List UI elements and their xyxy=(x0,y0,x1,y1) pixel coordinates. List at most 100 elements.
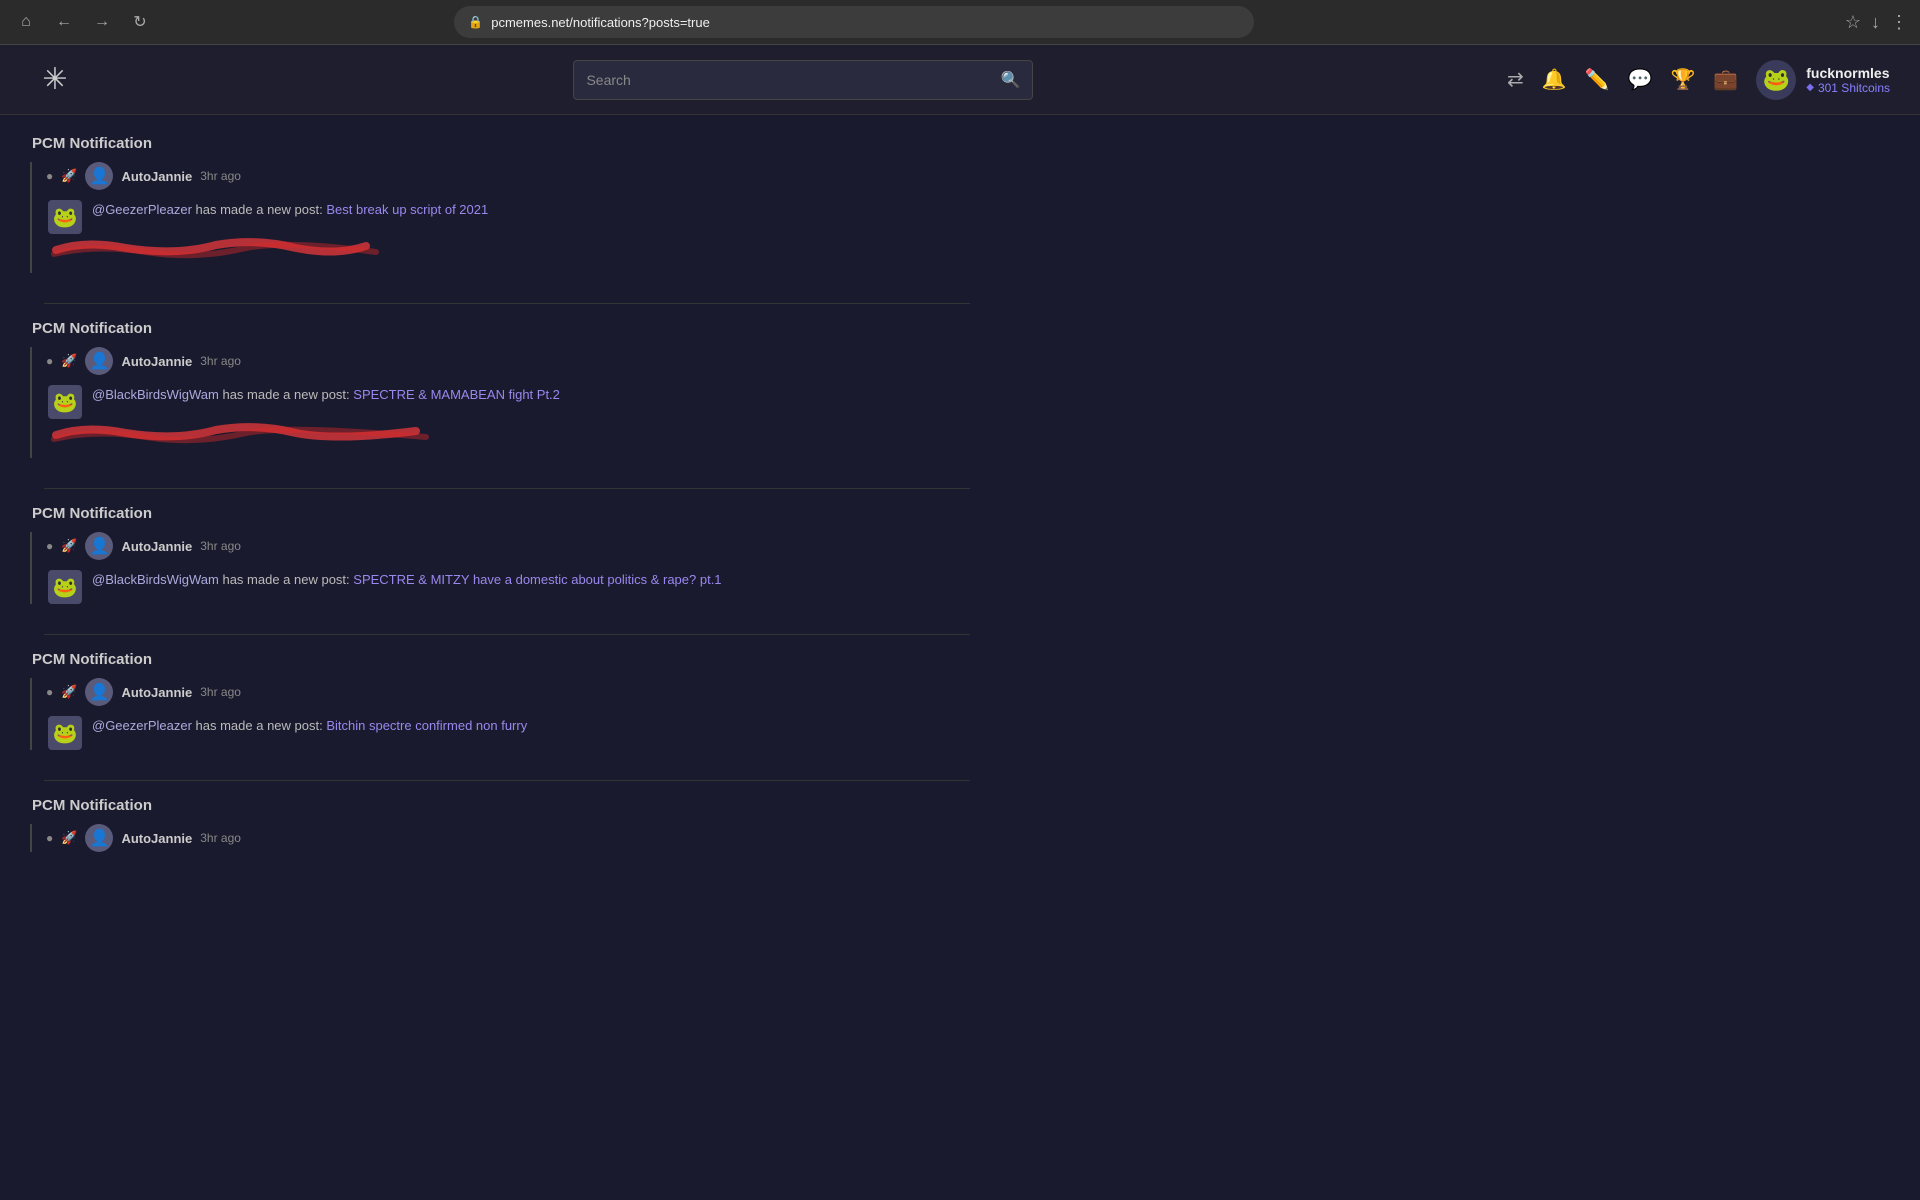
refresh-button[interactable]: ↻ xyxy=(126,8,154,36)
notification-text: @BlackBirdsWigWam has made a new post: S… xyxy=(92,385,560,405)
notification-block-2: PCM Notification ● 🚀 👤 AutoJannie 3hr ag… xyxy=(30,320,970,458)
jannie-avatar: 👤 xyxy=(85,824,113,852)
lock-icon: 🔒 xyxy=(468,15,483,29)
notification-block-1: PCM Notification ● 🚀 👤 AutoJannie 3hr ag… xyxy=(30,135,970,273)
mention-user[interactable]: @BlackBirdsWigWam xyxy=(92,572,219,587)
username-label: fucknormles xyxy=(1806,65,1890,81)
meta-rocket-icon: 🚀 xyxy=(61,353,77,369)
jannie-username[interactable]: AutoJannie xyxy=(121,539,192,554)
notification-header-label: PCM Notification xyxy=(30,505,970,522)
action-text: has made a new post: xyxy=(196,718,327,733)
logo-icon: ✳ xyxy=(42,62,67,97)
meta-rocket-icon: 🚀 xyxy=(61,168,77,184)
bell-icon[interactable]: 🔔 xyxy=(1542,67,1567,92)
jannie-avatar: 👤 xyxy=(85,532,113,560)
trophy-icon[interactable]: 🏆 xyxy=(1670,67,1695,92)
meta-rocket-icon: 🚀 xyxy=(61,684,77,700)
search-bar-wrapper: 🔍 xyxy=(100,60,1507,100)
meta-circle-icon: ● xyxy=(46,354,53,368)
write-icon[interactable]: ✏️ xyxy=(1585,67,1610,92)
mention-user[interactable]: @GeezerPleazer xyxy=(92,202,192,217)
post-link[interactable]: Bitchin spectre confirmed non furry xyxy=(326,718,527,733)
meta-circle-icon: ● xyxy=(46,539,53,553)
mention-user[interactable]: @BlackBirdsWigWam xyxy=(92,387,219,402)
meta-time: 3hr ago xyxy=(200,354,241,368)
notification-header-label: PCM Notification xyxy=(30,135,970,152)
meta-time: 3hr ago xyxy=(200,539,241,553)
notification-meta: ● 🚀 👤 AutoJannie 3hr ago xyxy=(46,347,970,375)
notification-divider xyxy=(44,780,970,781)
url-text: pcmemes.net/notifications?posts=true xyxy=(491,15,710,30)
back-button[interactable]: ← xyxy=(50,8,78,36)
shuffle-icon[interactable]: ⇄ xyxy=(1507,67,1524,92)
jannie-avatar: 👤 xyxy=(85,162,113,190)
scribble-overlay xyxy=(46,238,386,273)
search-submit-button[interactable]: 🔍 xyxy=(1001,70,1021,90)
notification-header-label: PCM Notification xyxy=(30,320,970,337)
action-text: has made a new post: xyxy=(222,572,353,587)
user-info: fucknormles ◆ 301 Shitcoins xyxy=(1806,65,1890,95)
site-logo[interactable]: ✳ xyxy=(30,55,80,105)
jannie-username[interactable]: AutoJannie xyxy=(121,169,192,184)
notification-content: 🐸 @BlackBirdsWigWam has made a new post:… xyxy=(46,570,970,604)
mention-user[interactable]: @GeezerPleazer xyxy=(92,718,192,733)
notification-body: ● 🚀 👤 AutoJannie 3hr ago 🐸 @BlackBirdsWi… xyxy=(30,347,970,458)
user-section[interactable]: 🐸 fucknormles ◆ 301 Shitcoins xyxy=(1756,60,1890,100)
jannie-username[interactable]: AutoJannie xyxy=(121,354,192,369)
scribble-overlay xyxy=(46,423,436,458)
search-input[interactable] xyxy=(586,72,1000,88)
meta-circle-icon: ● xyxy=(46,685,53,699)
notification-body: ● 🚀 👤 AutoJannie 3hr ago 🐸 @BlackBirdsWi… xyxy=(30,532,970,604)
notification-divider xyxy=(44,634,970,635)
browser-actions: ☆ ↓ ⋮ xyxy=(1845,12,1908,33)
meta-circle-icon: ● xyxy=(46,831,53,845)
post-link[interactable]: Best break up script of 2021 xyxy=(326,202,488,217)
meta-circle-icon: ● xyxy=(46,169,53,183)
bookmark-button[interactable]: ☆ xyxy=(1845,12,1861,33)
notification-text: @BlackBirdsWigWam has made a new post: S… xyxy=(92,570,722,590)
notification-text: @GeezerPleazer has made a new post: Best… xyxy=(92,200,488,220)
poster-avatar: 🐸 xyxy=(48,385,82,419)
browser-chrome: ⌂ ← → ↻ 🔒 pcmemes.net/notifications?post… xyxy=(0,0,1920,45)
post-link[interactable]: SPECTRE & MITZY have a domestic about po… xyxy=(353,572,721,587)
header-actions: ⇄ 🔔 ✏️ 💬 🏆 💼 🐸 fucknormles ◆ 301 Shitcoi… xyxy=(1507,60,1890,100)
jannie-username[interactable]: AutoJannie xyxy=(121,831,192,846)
menu-button[interactable]: ⋮ xyxy=(1890,12,1908,33)
poster-avatar: 🐸 xyxy=(48,200,82,234)
notification-meta: ● 🚀 👤 AutoJannie 3hr ago xyxy=(46,824,970,852)
meta-rocket-icon: 🚀 xyxy=(61,830,77,846)
address-bar[interactable]: 🔒 pcmemes.net/notifications?posts=true xyxy=(454,6,1254,38)
notification-divider xyxy=(44,303,970,304)
poster-avatar: 🐸 xyxy=(48,716,82,750)
user-avatar: 🐸 xyxy=(1756,60,1796,100)
notification-body: ● 🚀 👤 AutoJannie 3hr ago 🐸 @GeezerPleaze… xyxy=(30,162,970,273)
poster-avatar: 🐸 xyxy=(48,570,82,604)
meta-rocket-icon: 🚀 xyxy=(61,538,77,554)
notification-block-3: PCM Notification ● 🚀 👤 AutoJannie 3hr ag… xyxy=(30,505,970,604)
scribble-svg xyxy=(46,230,386,265)
jannie-avatar: 👤 xyxy=(85,678,113,706)
jannie-avatar: 👤 xyxy=(85,347,113,375)
notification-meta: ● 🚀 👤 AutoJannie 3hr ago xyxy=(46,532,970,560)
notification-meta: ● 🚀 👤 AutoJannie 3hr ago xyxy=(46,162,970,190)
home-button[interactable]: ⌂ xyxy=(12,8,40,36)
post-link[interactable]: SPECTRE & MAMABEAN fight Pt.2 xyxy=(353,387,560,402)
notification-block-5: PCM Notification ● 🚀 👤 AutoJannie 3hr ag… xyxy=(30,797,970,852)
search-bar[interactable]: 🔍 xyxy=(573,60,1033,100)
notification-content: 🐸 @GeezerPleazer has made a new post: Bi… xyxy=(46,716,970,750)
chat-icon[interactable]: 💬 xyxy=(1628,67,1653,92)
meta-time: 3hr ago xyxy=(200,685,241,699)
notification-content: 🐸 @GeezerPleazer has made a new post: Be… xyxy=(46,200,970,234)
notification-text: @GeezerPleazer has made a new post: Bitc… xyxy=(92,716,527,736)
notification-block-4: PCM Notification ● 🚀 👤 AutoJannie 3hr ag… xyxy=(30,651,970,750)
notification-content: 🐸 @BlackBirdsWigWam has made a new post:… xyxy=(46,385,970,419)
notification-header-label: PCM Notification xyxy=(30,651,970,668)
meta-time: 3hr ago xyxy=(200,169,241,183)
wallet-icon[interactable]: 💼 xyxy=(1713,67,1738,92)
notification-body: ● 🚀 👤 AutoJannie 3hr ago xyxy=(30,824,970,852)
action-text: has made a new post: xyxy=(196,202,327,217)
coin-icon: ◆ xyxy=(1806,82,1814,93)
download-button[interactable]: ↓ xyxy=(1871,12,1880,33)
forward-button[interactable]: → xyxy=(88,8,116,36)
jannie-username[interactable]: AutoJannie xyxy=(121,685,192,700)
